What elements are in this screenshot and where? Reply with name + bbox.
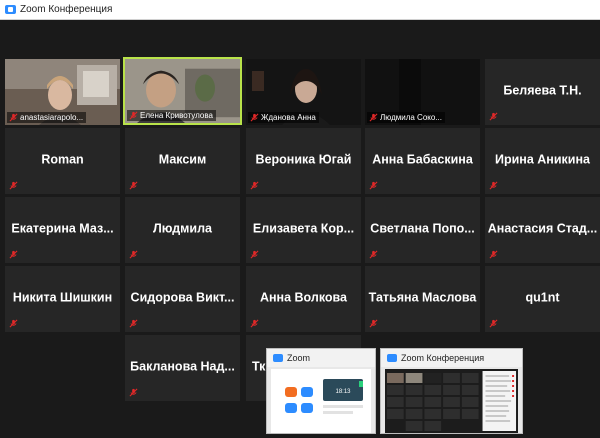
participant-tile[interactable]: Беляева Т.Н. [485,59,600,125]
preview-thumbnail: 18:13 [271,369,371,433]
participant-tile[interactable]: Анна Бабаскина [365,128,480,194]
participant-name: Анна Волкова [259,290,348,305]
participant-name: Roman [41,152,84,167]
muted-mic-icon [250,250,259,259]
preview-thumbnail [385,369,518,433]
preview-title: Zoom [287,353,311,363]
participant-tile[interactable]: Roman [5,128,120,194]
participant-name: Елена Кривотулова [140,111,213,120]
muted-mic-icon [369,250,378,259]
taskbar-preview-conference[interactable]: Zoom Конференция [380,348,523,434]
zoom-logo-icon [5,5,16,14]
participant-tile[interactable]: qu1nt [485,266,600,332]
participant-name: qu1nt [525,290,560,305]
muted-mic-icon [250,319,259,328]
participant-tile[interactable]: Людмила Соко... [365,59,480,125]
preview-title: Zoom Конференция [401,353,485,363]
participant-tile[interactable]: Анастасия Стад... [485,197,600,263]
participant-tile[interactable]: Бакланова Над... [125,335,240,401]
muted-mic-icon [489,181,498,190]
participant-tile[interactable]: Жданова Анна [246,59,361,125]
muted-mic-icon [9,181,18,190]
muted-mic-icon [369,181,378,190]
participant-caption: Елена Кривотулова [127,110,216,121]
muted-mic-icon [129,111,138,120]
muted-mic-icon [129,250,138,259]
participant-tile[interactable]: Людмила [125,197,240,263]
participant-name: Светлана Попо... [370,221,475,236]
participant-tile[interactable]: Ирина Аникина [485,128,600,194]
muted-mic-icon [9,113,18,122]
participant-name: Вероника Югай [255,152,352,167]
zoom-home-thumbnail: 18:13 [271,369,371,433]
participant-tile[interactable]: Светлана Попо... [365,197,480,263]
zoom-logo-icon [273,354,283,362]
participant-name: Ирина Аникина [495,152,590,167]
muted-mic-icon [489,319,498,328]
muted-mic-icon [250,113,259,122]
window-titlebar: Zoom Конференция [0,0,600,20]
participant-name: Никита Шишкин [12,290,113,305]
zoom-logo-icon [387,354,397,362]
participant-name: Бакланова Над... [130,359,235,374]
preview-header: Zoom Конференция [381,349,522,367]
preview-header: Zoom [267,349,375,367]
participant-caption: anastasiarapolo... [7,112,87,123]
taskbar-preview-zoom[interactable]: Zoom 18:13 [266,348,376,434]
participant-caption: Жданова Анна [248,112,319,123]
participant-tile[interactable]: Татьяна Маслова [365,266,480,332]
participant-tile-active-speaker[interactable]: Елена Кривотулова [123,57,242,125]
participant-tile[interactable]: Максим [125,128,240,194]
participant-name: Татьяна Маслова [368,290,477,305]
participant-caption: Людмила Соко... [367,112,445,123]
participant-tile[interactable]: anastasiarapolo... [5,59,120,125]
participant-tile[interactable]: Сидорова Викт... [125,266,240,332]
participant-name: Екатерина Маз... [11,221,114,236]
participant-name: Беляева Т.Н. [503,83,582,98]
muted-mic-icon [489,250,498,259]
muted-mic-icon [129,319,138,328]
participant-name: Людмила [152,221,213,236]
participant-tile[interactable]: Екатерина Маз... [5,197,120,263]
participant-tile[interactable]: Вероника Югай [246,128,361,194]
preview-clock: 18:13 [335,389,351,395]
participant-name: Анна Бабаскина [372,152,473,167]
participant-name: Елизавета Кор... [252,221,355,236]
window-title: Zoom Конференция [20,4,113,15]
participant-tile[interactable]: Анна Волкова [246,266,361,332]
muted-mic-icon [250,181,259,190]
participant-name: Жданова Анна [261,113,316,122]
muted-mic-icon [129,181,138,190]
muted-mic-icon [129,388,138,397]
participant-tile[interactable]: Елизавета Кор... [246,197,361,263]
conference-thumbnail [385,369,518,433]
muted-mic-icon [369,113,378,122]
muted-mic-icon [369,319,378,328]
participant-tile[interactable]: Никита Шишкин [5,266,120,332]
participant-name: Сидорова Викт... [130,290,235,305]
muted-mic-icon [9,319,18,328]
participant-name: anastasiarapolo... [20,113,84,122]
muted-mic-icon [489,112,498,121]
participant-name: Анастасия Стад... [487,221,598,236]
participant-name: Максим [158,152,207,167]
participant-name: Людмила Соко... [380,113,442,122]
muted-mic-icon [9,250,18,259]
